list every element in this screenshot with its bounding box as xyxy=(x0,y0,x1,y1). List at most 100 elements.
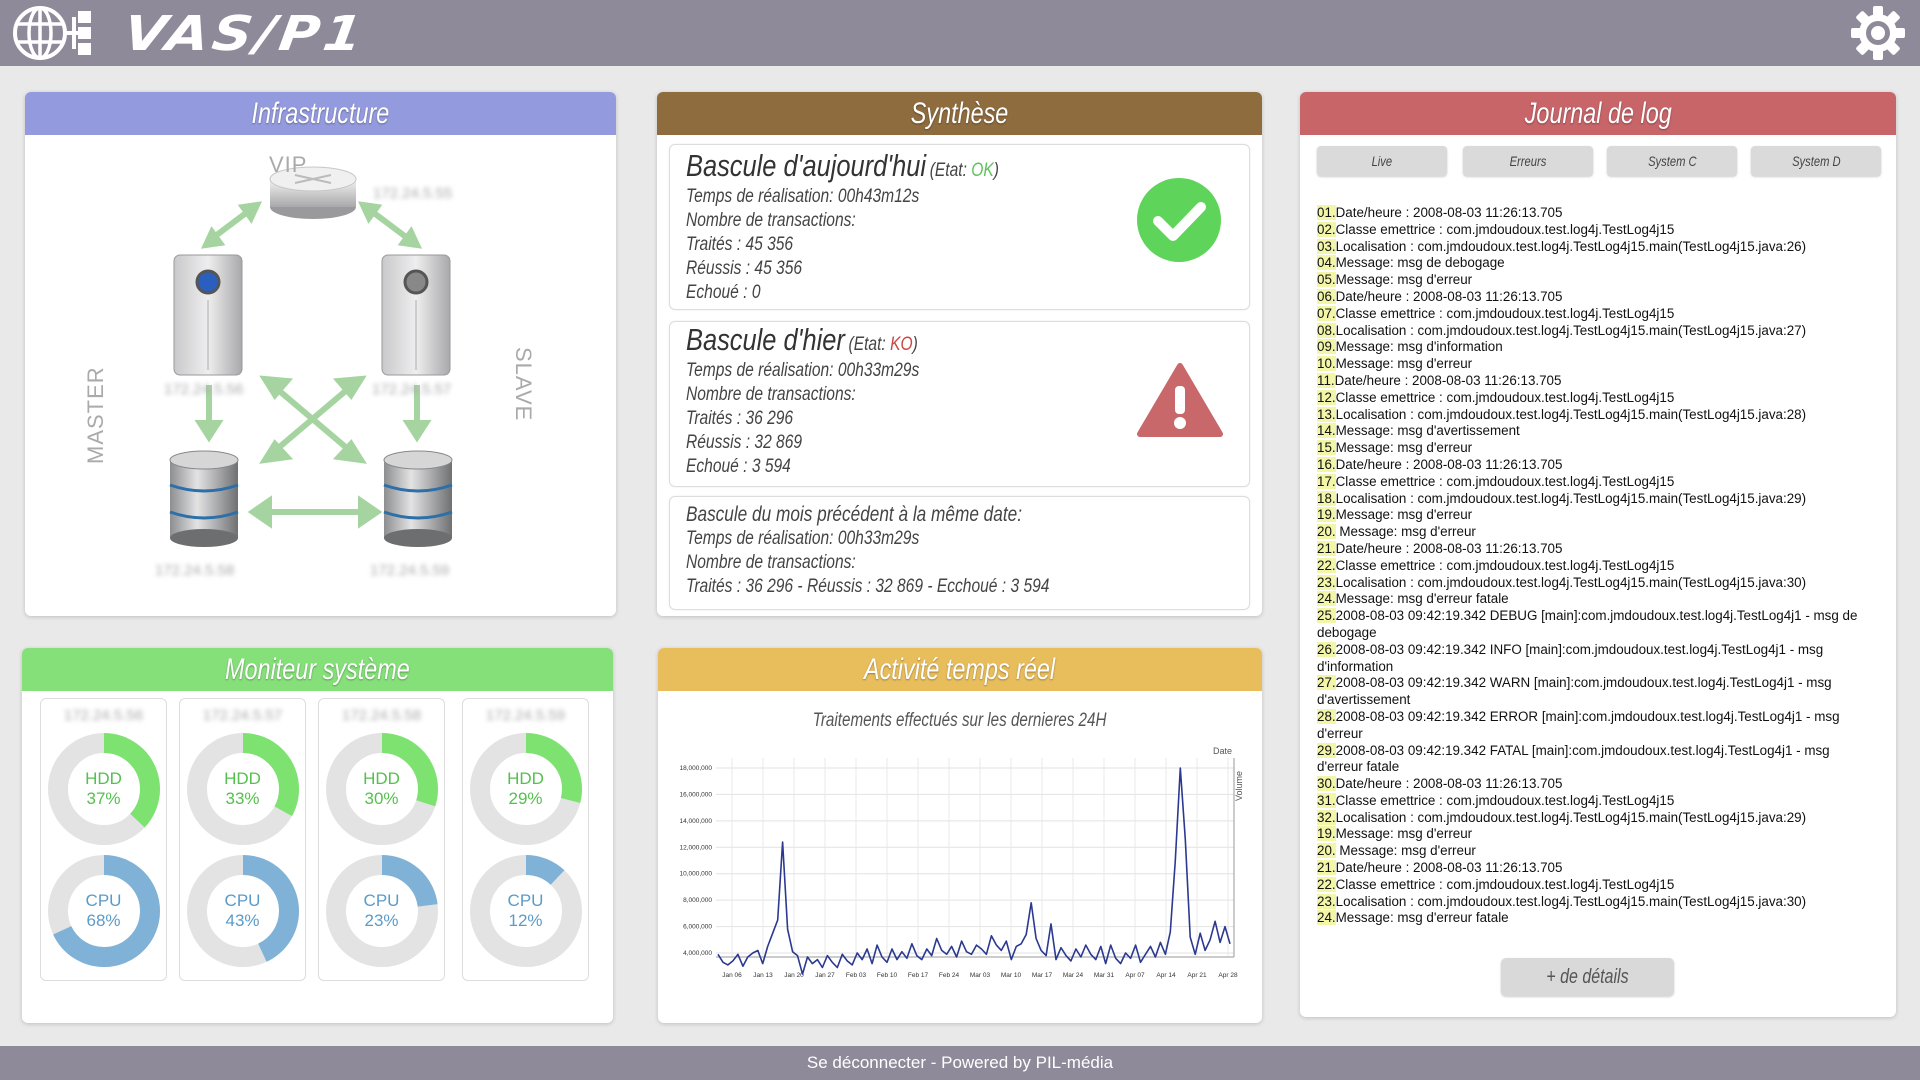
globe-network-icon[interactable] xyxy=(12,5,98,61)
log-line-text: Localisation : com.jmdoudoux.test.log4j.… xyxy=(1335,893,1807,909)
log-line-number: 32. xyxy=(1317,809,1336,825)
log-line: 30.Date/heure : 2008-08-03 11:26:13.705 xyxy=(1317,776,1877,793)
panel-title: Activité temps réel xyxy=(658,648,1262,691)
log-tabs: Live Erreurs System C System D xyxy=(1317,146,1881,176)
log-line-number: 04. xyxy=(1317,255,1336,271)
log-line-number: 19. xyxy=(1317,507,1336,523)
log-line-number: 21. xyxy=(1317,540,1336,556)
panel-title: Journal de log xyxy=(1300,92,1896,135)
activity-line-chart: 4,000,000 6,000,000 8,000,000 10,000,000 12,… xyxy=(679,746,1244,979)
log-line-number: 07. xyxy=(1317,305,1336,321)
log-line: 31.Classe emettrice : com.jmdoudoux.test… xyxy=(1317,792,1877,810)
log-line-text: Classe emettrice : com.jmdoudoux.test.lo… xyxy=(1335,221,1675,237)
summary-counts: Traités : 36 296 - Réussis : 32 869 - Ec… xyxy=(686,576,1050,597)
log-line: 25.2008-08-03 09:42:19.342 DEBUG [main]:… xyxy=(1317,608,1877,642)
realtime-activity-panel: Activité temps réel Traitements effectué… xyxy=(658,648,1262,1023)
transactions-label: Nombre de transactions: xyxy=(686,384,856,405)
success-count: Réussis : 32 869 xyxy=(686,432,803,453)
x-axis-label: Date xyxy=(1213,746,1232,756)
tab-live[interactable]: Live xyxy=(1317,146,1447,176)
host-monitor-card: 172.24.5.57 HDD 33% CPU 43% xyxy=(179,698,306,981)
log-line-text: Date/heure : 2008-08-03 11:26:13.705 xyxy=(1334,372,1562,388)
log-line-number: 31. xyxy=(1317,792,1336,808)
card-title: Bascule du mois précédent à la même date… xyxy=(686,503,1022,526)
slave-database-icon xyxy=(383,450,453,547)
log-line-text: Classe emettrice : com.jmdoudoux.test.lo… xyxy=(1335,876,1675,892)
host-monitor-card: 172.24.5.56 HDD 37% CPU 68% xyxy=(40,698,167,981)
footer-separator: - xyxy=(926,1053,942,1072)
tab-system-c[interactable]: System C xyxy=(1607,146,1737,176)
log-line: 14.Message: msg d'avertissement xyxy=(1317,423,1877,440)
tab-errors[interactable]: Erreurs xyxy=(1463,146,1593,176)
log-line: 09.Message: msg d'information xyxy=(1317,339,1877,356)
y-tick-label: 14,000,000 xyxy=(679,818,712,825)
log-line: 15.Message: msg d'erreur xyxy=(1317,440,1877,457)
log-line: 16.Date/heure : 2008-08-03 11:26:13.705 xyxy=(1317,456,1877,474)
log-line-number: 08. xyxy=(1317,322,1336,338)
host-monitor-card: 172.24.5.58 HDD 30% CPU 23% xyxy=(318,698,445,981)
log-line-text: 2008-08-03 09:42:19.342 ERROR [main]:com… xyxy=(1317,708,1840,741)
powered-by-text: Powered by PIL-média xyxy=(941,1053,1114,1072)
log-line-number: 09. xyxy=(1317,339,1336,355)
slave-server-ip: 172.24.5.57 xyxy=(372,381,452,398)
slave-server-icon xyxy=(381,254,451,376)
log-line-number: 01. xyxy=(1317,205,1336,220)
log-line: 06.Date/heure : 2008-08-03 11:26:13.705 xyxy=(1317,288,1877,306)
last-month-switch-card: Bascule du mois précédent à la même date… xyxy=(669,496,1250,610)
x-tick-label: Jan 27 xyxy=(815,972,835,979)
x-tick-label: Apr 14 xyxy=(1156,972,1176,979)
log-line-number: 23. xyxy=(1317,893,1336,909)
usage-donuts xyxy=(326,733,438,967)
log-line: 12.Classe emettrice : com.jmdoudoux.test… xyxy=(1317,389,1877,407)
log-line: 21.Date/heure : 2008-08-03 11:26:13.705 xyxy=(1317,540,1877,558)
log-line: 11.Date/heure : 2008-08-03 11:26:13.705 xyxy=(1317,372,1877,390)
log-line-text: Date/heure : 2008-08-03 11:26:13.705 xyxy=(1335,456,1563,472)
log-line-text: Classe emettrice : com.jmdoudoux.test.lo… xyxy=(1335,305,1675,321)
tab-system-d[interactable]: System D xyxy=(1751,146,1881,176)
log-line-number: 26. xyxy=(1317,641,1336,657)
log-line-number: 20. xyxy=(1317,524,1336,540)
treated-count: Traités : 36 296 xyxy=(686,408,794,429)
log-line-text: Date/heure : 2008-08-03 11:26:13.705 xyxy=(1335,776,1563,792)
transactions-label: Nombre de transactions: xyxy=(686,552,856,573)
log-line: 13.Localisation : com.jmdoudoux.test.log… xyxy=(1317,406,1877,424)
cpu-gauge-label: CPU 68% xyxy=(85,891,122,930)
y-tick-label: 16,000,000 xyxy=(679,791,712,798)
log-line-text: Localisation : com.jmdoudoux.test.log4j.… xyxy=(1335,574,1807,590)
log-line-number: 14. xyxy=(1317,423,1336,439)
app-logo-text: VAS/P1 xyxy=(120,6,370,62)
log-journal-panel: Journal de log Live Erreurs System C Sys… xyxy=(1300,92,1896,1017)
log-line-text: Classe emettrice : com.jmdoudoux.test.lo… xyxy=(1335,557,1675,573)
log-line-text: Classe emettrice : com.jmdoudoux.test.lo… xyxy=(1335,389,1675,405)
more-details-button[interactable]: + de détails xyxy=(1501,958,1674,996)
x-tick-label: Jan 13 xyxy=(753,972,773,979)
log-line: 05.Message: msg d'erreur xyxy=(1317,272,1877,289)
card-title: Bascule d'hier xyxy=(686,322,845,357)
log-list[interactable]: 01.Date/heure : 2008-08-03 11:26:13.705 0… xyxy=(1317,205,1877,927)
gear-icon[interactable] xyxy=(1850,5,1906,61)
log-line: 03.Localisation : com.jmdoudoux.test.log… xyxy=(1317,238,1877,256)
log-line: 17.Classe emettrice : com.jmdoudoux.test… xyxy=(1317,473,1877,491)
log-line-number: 02. xyxy=(1317,221,1336,237)
system-monitor-panel: Moniteur système 172.24.5.56 HDD 37% CPU 68%… xyxy=(22,648,613,1023)
status-label: (Etat: KO) xyxy=(848,334,918,355)
log-line-number: 11. xyxy=(1317,372,1335,388)
log-line-text: 2008-08-03 09:42:19.342 WARN [main]:com.… xyxy=(1317,675,1832,708)
master-db-ip: 172.24.5.58 xyxy=(155,562,235,579)
panel-title: Moniteur système xyxy=(22,648,613,691)
log-line: 10.Message: msg d'erreur xyxy=(1317,356,1877,373)
log-line: 23.Localisation : com.jmdoudoux.test.log… xyxy=(1317,574,1877,592)
logout-link[interactable]: Se déconnecter xyxy=(807,1053,926,1072)
log-line-number: 20. xyxy=(1317,843,1336,859)
log-line-text: Date/heure : 2008-08-03 11:26:13.705 xyxy=(1335,288,1563,304)
x-tick-label: Feb 03 xyxy=(846,972,867,979)
log-line-text: Message: msg d'erreur xyxy=(1335,524,1476,540)
log-line-text: Message: msg d'avertissement xyxy=(1335,423,1520,439)
chart-title: Traitements effectués sur les dernieres … xyxy=(813,710,1107,731)
series-line xyxy=(717,767,1231,975)
log-line-text: Classe emettrice : com.jmdoudoux.test.lo… xyxy=(1335,473,1675,489)
status-label: (Etat: OK) xyxy=(929,160,999,181)
x-tick-label: Mar 31 xyxy=(1094,972,1115,979)
log-line: 32.Localisation : com.jmdoudoux.test.log… xyxy=(1317,809,1877,827)
log-line-number: 21. xyxy=(1317,860,1336,876)
